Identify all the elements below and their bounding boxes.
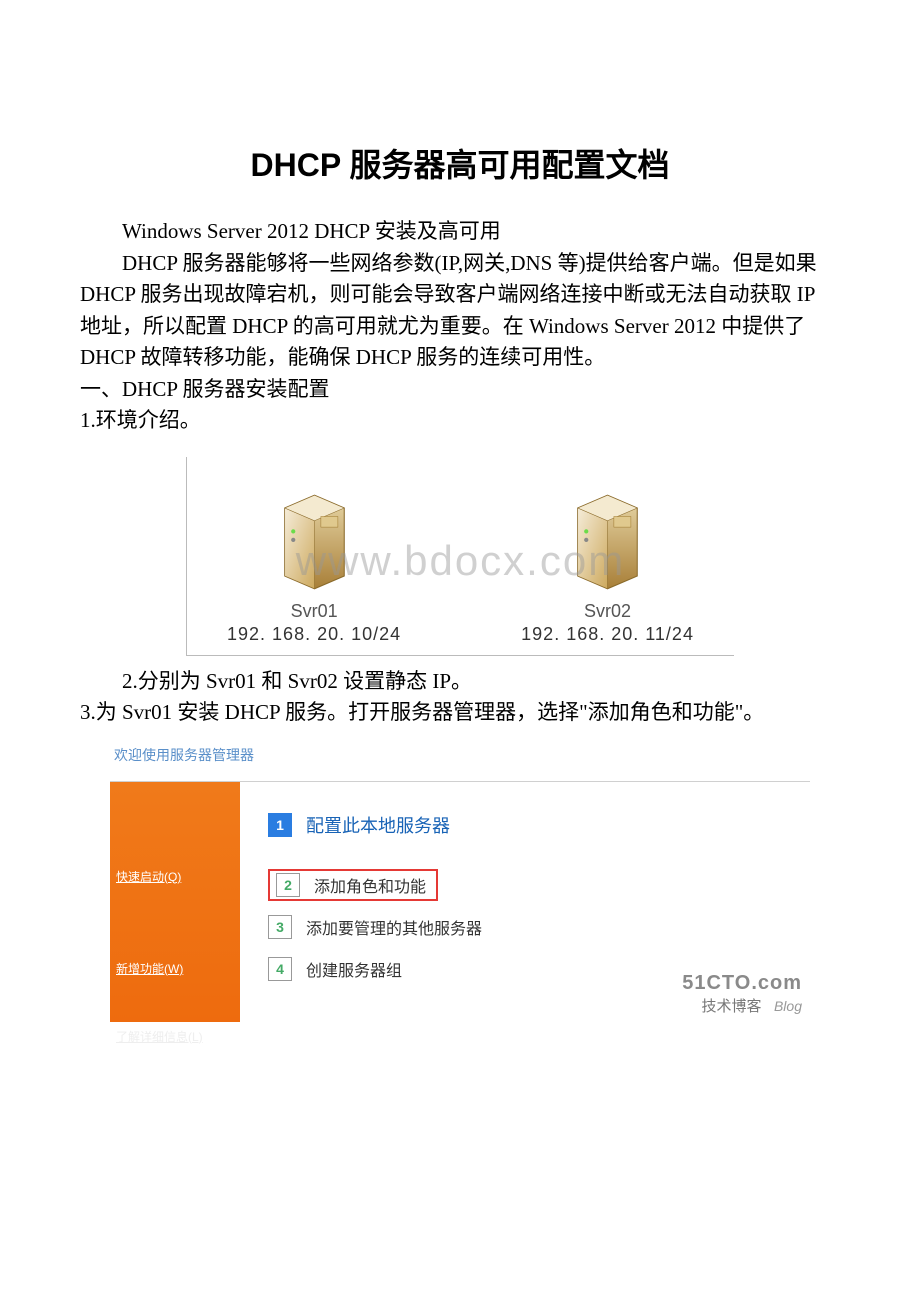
sm-item-2-highlight: 2 添加角色和功能: [268, 869, 438, 901]
sm-item-2[interactable]: 2 添加角色和功能: [268, 864, 800, 906]
server-icon: [272, 487, 357, 597]
brand-line-2: 技术博客: [702, 998, 762, 1015]
server-2-ip: 192. 168. 20. 11/24: [521, 624, 694, 645]
brand-blog: Blog: [774, 998, 802, 1014]
subtitle: Windows Server 2012 DHCP 安装及高可用: [80, 216, 840, 248]
sm-item-1-label: 配置此本地服务器: [306, 812, 450, 838]
server-1-ip: 192. 168. 20. 10/24: [227, 624, 401, 645]
step-3: 3.为 Svr01 安装 DHCP 服务。打开服务器管理器，选择"添加角色和功能…: [80, 697, 840, 729]
document-title: DHCP 服务器高可用配置文档: [80, 140, 840, 186]
topology-diagram: www.bdocx.com: [80, 457, 840, 656]
sm-item-2-label: 添加角色和功能: [314, 873, 426, 897]
intro-paragraph: DHCP 服务器能够将一些网络参数(IP,网关,DNS 等)提供给客户端。但是如…: [80, 248, 840, 374]
document-page: DHCP 服务器高可用配置文档 Windows Server 2012 DHCP…: [0, 0, 920, 1082]
sm-item-4-label: 创建服务器组: [306, 957, 402, 981]
sm-welcome-title: 欢迎使用服务器管理器: [110, 739, 810, 782]
step-1: 1.环境介绍。: [80, 405, 840, 437]
sm-item-3-label: 添加要管理的其他服务器: [306, 915, 482, 939]
sm-side-newfeature[interactable]: 新增功能(W): [116, 960, 183, 977]
section-heading-1: 一、DHCP 服务器安装配置: [80, 374, 840, 406]
server-node-2: Svr02 192. 168. 20. 11/24: [521, 487, 694, 645]
sm-item-3[interactable]: 3 添加要管理的其他服务器: [268, 906, 800, 948]
server-2-name: Svr02: [584, 601, 631, 622]
sm-side-moreinfo[interactable]: 了解详细信息(L): [116, 1028, 203, 1045]
sm-side-quickstart[interactable]: 快速启动(Q): [116, 868, 181, 885]
diagram-frame: www.bdocx.com: [186, 457, 734, 656]
server-manager-screenshot: 欢迎使用服务器管理器 快速启动(Q) 新增功能(W) 了解详细信息(L) 1 配…: [110, 739, 810, 1022]
sm-item-1-num: 1: [268, 813, 292, 837]
sm-sidebar: 快速启动(Q) 新增功能(W) 了解详细信息(L): [110, 782, 240, 1022]
sm-item-3-num: 3: [268, 915, 292, 939]
brand-watermark: 51CTO.com 技术博客 Blog: [682, 972, 802, 1016]
server-node-1: Svr01 192. 168. 20. 10/24: [227, 487, 401, 645]
server-icon: [565, 487, 650, 597]
server-1-name: Svr01: [291, 601, 338, 622]
sm-item-1[interactable]: 1 配置此本地服务器: [268, 804, 800, 846]
brand-line-1: 51CTO.com: [682, 972, 802, 995]
sm-item-2-num: 2: [276, 873, 300, 897]
sm-item-4-num: 4: [268, 957, 292, 981]
step-2: 2.分别为 Svr01 和 Svr02 设置静态 IP。: [80, 666, 840, 698]
